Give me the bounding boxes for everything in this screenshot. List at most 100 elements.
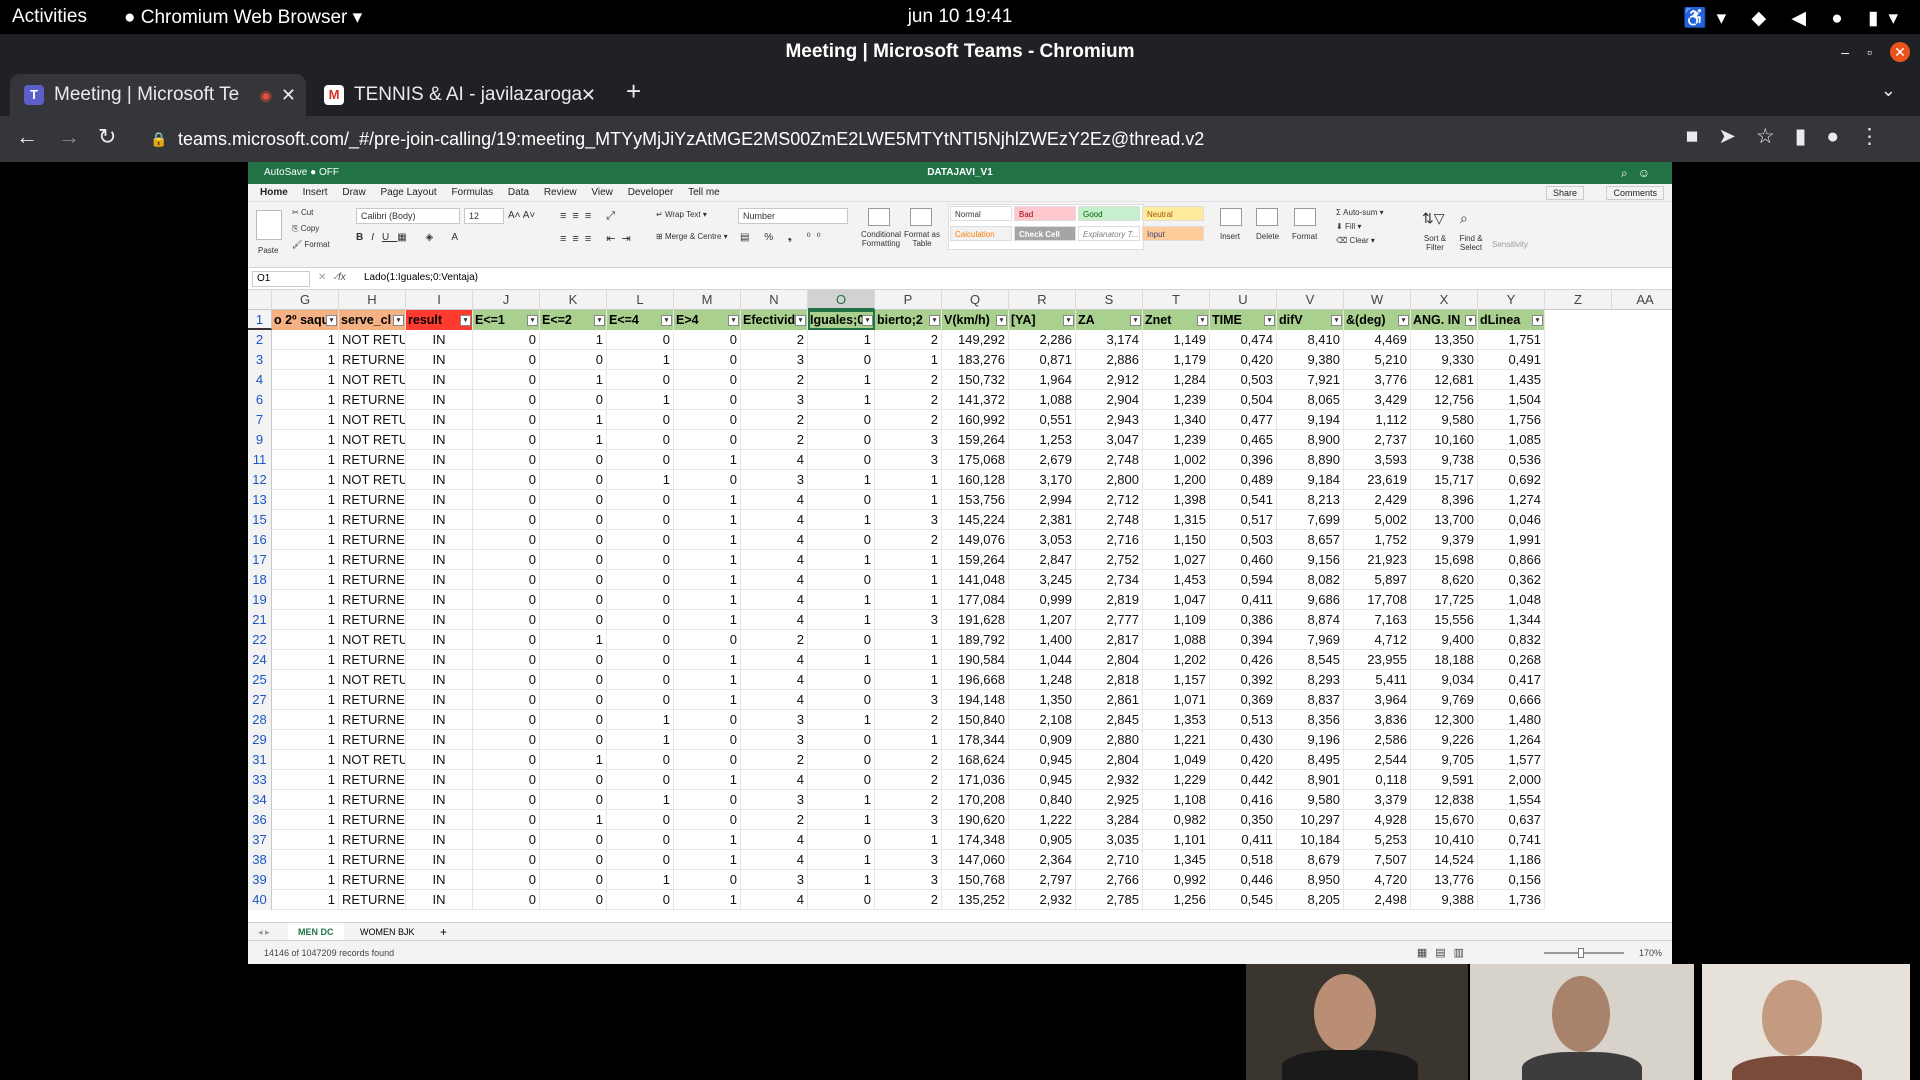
data-cell[interactable]: 10,184 xyxy=(1277,830,1344,850)
data-cell[interactable]: 0 xyxy=(607,530,674,550)
data-cell[interactable]: 9,580 xyxy=(1277,790,1344,810)
delete-cells-button[interactable]: Delete xyxy=(1256,232,1279,241)
zoom-slider[interactable] xyxy=(1544,952,1624,954)
data-cell[interactable]: 5,210 xyxy=(1344,350,1411,370)
data-cell[interactable]: 2 xyxy=(741,370,808,390)
row-header[interactable]: 21 xyxy=(248,610,272,630)
data-cell[interactable]: 13,700 xyxy=(1411,510,1478,530)
data-cell[interactable]: 2,712 xyxy=(1076,490,1143,510)
data-cell[interactable]: 23,619 xyxy=(1344,470,1411,490)
data-cell[interactable]: 18,188 xyxy=(1411,650,1478,670)
data-cell[interactable]: 0 xyxy=(473,430,540,450)
data-cell[interactable]: 1,274 xyxy=(1478,490,1545,510)
data-cell[interactable]: 0,518 xyxy=(1210,850,1277,870)
clock[interactable]: jun 10 19:41 xyxy=(0,6,1920,28)
data-cell[interactable]: 0 xyxy=(540,850,607,870)
data-cell[interactable]: 0 xyxy=(540,890,607,910)
data-cell[interactable]: 147,060 xyxy=(942,850,1009,870)
data-cell[interactable]: 1,554 xyxy=(1478,790,1545,810)
data-cell[interactable]: 0 xyxy=(540,550,607,570)
ribbon-tab-draw[interactable]: Draw xyxy=(342,184,365,202)
close-tab-icon[interactable]: ✕ xyxy=(281,74,296,116)
data-cell[interactable]: 3,053 xyxy=(1009,530,1076,550)
data-cell[interactable]: 3,170 xyxy=(1009,470,1076,490)
data-cell[interactable]: 1 xyxy=(875,670,942,690)
data-cell[interactable]: 0,637 xyxy=(1478,810,1545,830)
data-cell[interactable]: 1 xyxy=(875,570,942,590)
header-cell-s[interactable]: ZA ▾ xyxy=(1076,310,1143,330)
filter-dropdown-icon[interactable]: ▾ xyxy=(1465,315,1476,326)
send-icon[interactable]: ➤ xyxy=(1718,125,1756,148)
data-cell[interactable]: IN xyxy=(406,410,473,430)
data-cell[interactable]: 0 xyxy=(473,750,540,770)
font-family-select[interactable]: Calibri (Body) xyxy=(356,208,460,224)
data-cell[interactable]: 2 xyxy=(875,790,942,810)
data-cell[interactable]: 3 xyxy=(875,810,942,830)
data-cell[interactable]: 0,832 xyxy=(1478,630,1545,650)
data-cell[interactable]: 2,752 xyxy=(1076,550,1143,570)
data-cell[interactable]: 8,901 xyxy=(1277,770,1344,790)
row-header[interactable]: 24 xyxy=(248,650,272,670)
data-cell[interactable]: 141,048 xyxy=(942,570,1009,590)
data-cell[interactable]: 0 xyxy=(607,890,674,910)
data-cell[interactable]: IN xyxy=(406,610,473,630)
data-cell[interactable]: 4,928 xyxy=(1344,810,1411,830)
data-cell[interactable]: 1 xyxy=(808,850,875,870)
data-cell[interactable]: IN xyxy=(406,810,473,830)
row-header[interactable]: 31 xyxy=(248,750,272,770)
close-window-icon[interactable]: ✕ xyxy=(1890,42,1910,62)
data-cell[interactable]: 9,400 xyxy=(1411,630,1478,650)
data-cell[interactable]: 1 xyxy=(808,470,875,490)
tab-teams[interactable]: T Meeting | Microsoft Te ◉ ✕ xyxy=(10,74,306,116)
data-cell[interactable]: 3 xyxy=(741,790,808,810)
row-header[interactable]: 18 xyxy=(248,570,272,590)
delete-cells-icon[interactable] xyxy=(1256,208,1278,226)
data-cell[interactable]: 1,239 xyxy=(1143,390,1210,410)
data-cell[interactable]: 0,156 xyxy=(1478,870,1545,890)
data-cell[interactable]: 0 xyxy=(473,370,540,390)
data-cell[interactable]: 1 xyxy=(272,330,339,350)
data-cell[interactable]: 0,517 xyxy=(1210,510,1277,530)
data-cell[interactable]: 0 xyxy=(473,330,540,350)
data-cell[interactable]: 1 xyxy=(540,410,607,430)
data-cell[interactable]: 1,101 xyxy=(1143,830,1210,850)
data-cell[interactable]: 0 xyxy=(540,450,607,470)
data-cell[interactable]: 0 xyxy=(808,730,875,750)
data-cell[interactable]: 0 xyxy=(808,530,875,550)
data-cell[interactable]: 0,945 xyxy=(1009,750,1076,770)
data-cell[interactable]: 0 xyxy=(808,830,875,850)
data-cell[interactable]: 4 xyxy=(741,670,808,690)
filter-dropdown-icon[interactable]: ▾ xyxy=(795,315,806,326)
data-cell[interactable]: 8,620 xyxy=(1411,570,1478,590)
data-cell[interactable]: 1 xyxy=(808,510,875,530)
data-cell[interactable]: IN xyxy=(406,390,473,410)
data-cell[interactable]: 15,556 xyxy=(1411,610,1478,630)
data-cell[interactable]: 0,866 xyxy=(1478,550,1545,570)
filter-dropdown-icon[interactable]: ▾ xyxy=(996,315,1007,326)
format-as-table-button[interactable]: Format as Table xyxy=(902,230,942,248)
data-cell[interactable]: 0 xyxy=(674,390,741,410)
data-cell[interactable]: 160,992 xyxy=(942,410,1009,430)
data-cell[interactable]: 1,284 xyxy=(1143,370,1210,390)
data-cell[interactable]: 3 xyxy=(875,510,942,530)
data-cell[interactable]: 8,082 xyxy=(1277,570,1344,590)
row-header[interactable]: 1 xyxy=(248,310,272,330)
data-cell[interactable]: RETURNEC xyxy=(339,710,406,730)
data-cell[interactable]: 9,226 xyxy=(1411,730,1478,750)
row-header[interactable]: 40 xyxy=(248,890,272,910)
data-cell[interactable]: 0 xyxy=(674,750,741,770)
data-cell[interactable]: 0,905 xyxy=(1009,830,1076,850)
header-cell-m[interactable]: E>4 ▾ xyxy=(674,310,741,330)
data-cell[interactable]: 1,736 xyxy=(1478,890,1545,910)
style-check-cell[interactable]: Check Cell xyxy=(1014,226,1076,241)
select-all-corner[interactable] xyxy=(248,290,272,310)
data-cell[interactable]: 183,276 xyxy=(942,350,1009,370)
column-header-k[interactable]: K xyxy=(540,290,607,310)
data-cell[interactable]: 1 xyxy=(607,710,674,730)
header-cell-q[interactable]: V(km/h) ▾ xyxy=(942,310,1009,330)
data-cell[interactable]: 1,264 xyxy=(1478,730,1545,750)
paste-button[interactable]: Paste xyxy=(258,246,278,255)
data-cell[interactable]: 2,925 xyxy=(1076,790,1143,810)
data-cell[interactable]: 0 xyxy=(607,670,674,690)
data-cell[interactable]: IN xyxy=(406,650,473,670)
